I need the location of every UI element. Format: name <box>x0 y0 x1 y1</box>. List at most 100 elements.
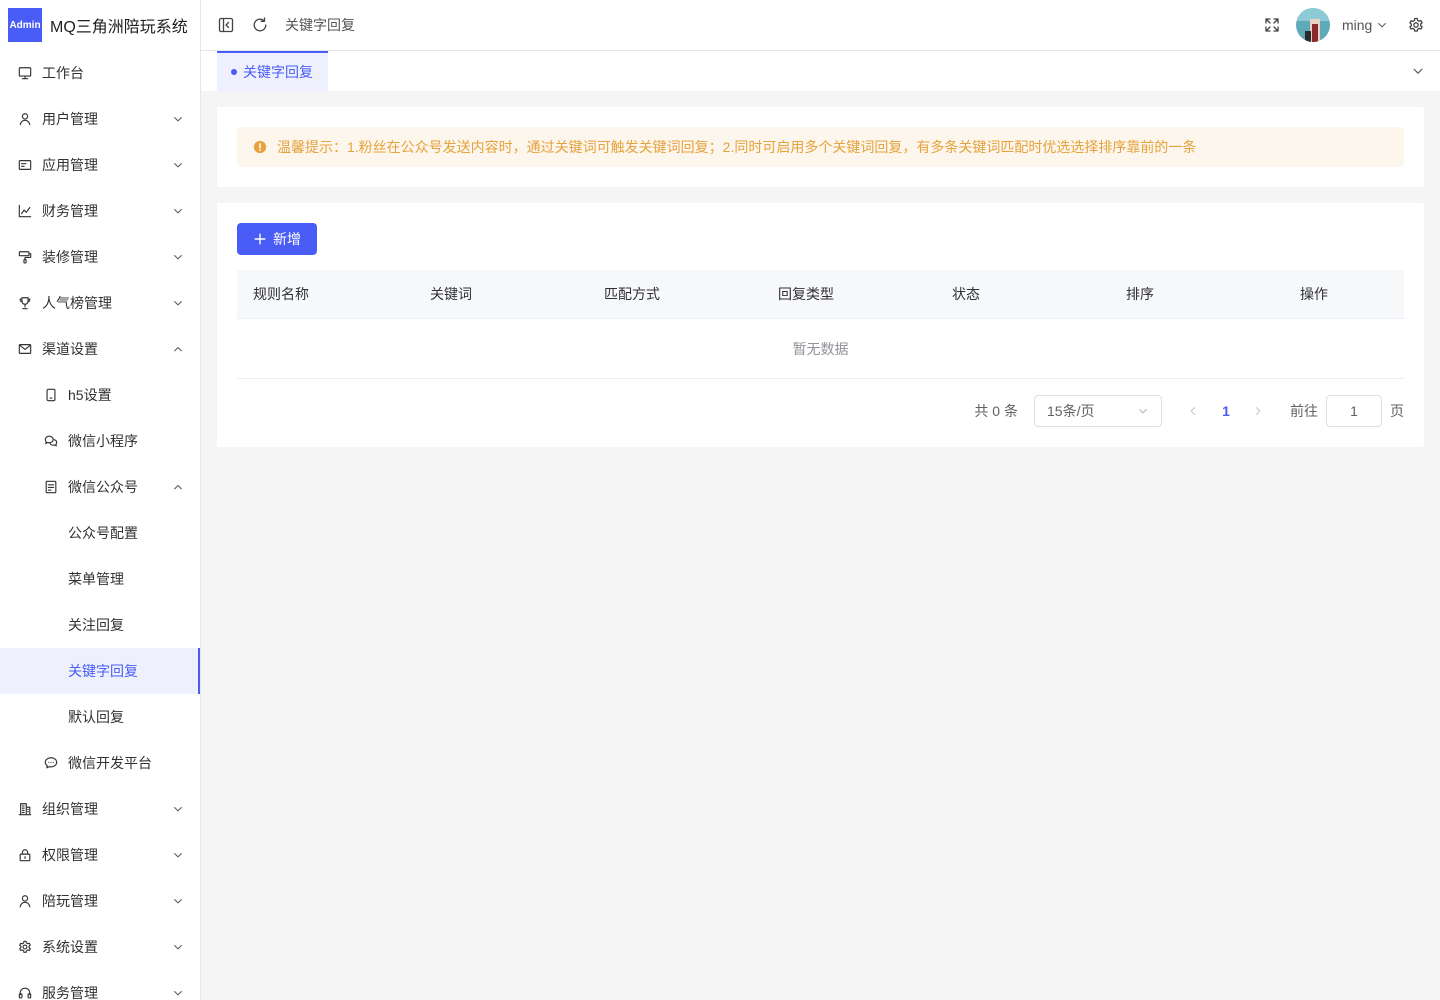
sidebar-item-label: h5设置 <box>68 387 112 403</box>
building-icon <box>18 802 32 816</box>
mini-program-icon <box>44 434 58 448</box>
sidebar-menu: 工作台 用户管理 应用管理 财务管理 装修管理 人气榜管理 渠道设置 h5设置 … <box>0 50 200 1000</box>
pagination-total: 共 0 条 <box>974 403 1018 419</box>
top-header: 关键字回复 ming <box>201 0 1440 51</box>
sidebar-item-label: 应用管理 <box>42 157 98 173</box>
chevron-right-icon <box>1252 405 1264 417</box>
collapse-sidebar-icon[interactable] <box>218 17 234 33</box>
sidebar-item-label: 财务管理 <box>42 203 98 219</box>
sidebar-item-label: 组织管理 <box>42 801 98 817</box>
page-suffix: 页 <box>1390 403 1404 419</box>
chevron-down-icon <box>1137 405 1149 417</box>
sidebar: Admin MQ三角洲陪玩系统 工作台 用户管理 应用管理 财务管理 装修管理 <box>0 0 201 1000</box>
sidebar-item-follow-reply[interactable]: 关注回复 <box>0 602 200 648</box>
next-page-button[interactable] <box>1243 395 1273 427</box>
sidebar-item-service[interactable]: 服务管理 <box>0 970 200 1000</box>
chevron-down-icon <box>172 941 184 953</box>
sidebar-item-finance[interactable]: 财务管理 <box>0 188 200 234</box>
sidebar-item-wechat-open-platform[interactable]: 微信开发平台 <box>0 740 200 786</box>
sidebar-item-label: 菜单管理 <box>68 571 124 587</box>
sidebar-item-companion[interactable]: 陪玩管理 <box>0 878 200 924</box>
sidebar-item-h5-settings[interactable]: h5设置 <box>0 372 200 418</box>
chevron-down-icon[interactable] <box>1411 64 1425 78</box>
table-empty-state: 暂无数据 <box>237 319 1404 379</box>
tab-keyword-reply[interactable]: 关键字回复 <box>217 51 328 91</box>
sidebar-item-workbench[interactable]: 工作台 <box>0 50 200 96</box>
user-menu[interactable]: ming <box>1342 0 1388 50</box>
sidebar-item-wechat-mini-program[interactable]: 微信小程序 <box>0 418 200 464</box>
table-header: 规则名称 关键词 匹配方式 回复类型 状态 排序 操作 <box>237 270 1404 319</box>
document-icon <box>44 480 58 494</box>
page-number-button[interactable]: 1 <box>1211 395 1241 427</box>
chat-icon <box>44 756 58 770</box>
tab-label: 关键字回复 <box>243 64 313 80</box>
chevron-down-icon <box>1376 19 1388 31</box>
mail-icon <box>18 342 32 356</box>
sidebar-item-channels[interactable]: 渠道设置 <box>0 326 200 372</box>
sidebar-item-label: 微信公众号 <box>68 479 138 495</box>
sidebar-item-organization[interactable]: 组织管理 <box>0 786 200 832</box>
logo[interactable]: Admin MQ三角洲陪玩系统 <box>0 0 200 50</box>
chevron-down-icon <box>172 159 184 171</box>
chevron-down-icon <box>172 205 184 217</box>
avatar[interactable] <box>1296 8 1330 42</box>
sidebar-item-permissions[interactable]: 权限管理 <box>0 832 200 878</box>
notice-card: 温馨提示：1.粉丝在公众号发送内容时，通过关键词可触发关键词回复；2.同时可启用… <box>217 107 1424 187</box>
keyword-reply-table: 规则名称 关键词 匹配方式 回复类型 状态 排序 操作 暂无数据 <box>237 270 1404 379</box>
sidebar-item-popularity[interactable]: 人气榜管理 <box>0 280 200 326</box>
paint-roller-icon <box>18 250 32 264</box>
active-dot <box>231 69 237 75</box>
sidebar-item-label: 默认回复 <box>68 709 124 725</box>
sidebar-item-default-reply[interactable]: 默认回复 <box>0 694 200 740</box>
prev-page-button[interactable] <box>1178 395 1208 427</box>
chevron-down-icon <box>172 849 184 861</box>
sidebar-item-keyword-reply[interactable]: 关键字回复 <box>0 648 200 694</box>
breadcrumb: 关键字回复 <box>285 17 355 33</box>
sidebar-item-label: 工作台 <box>42 65 84 81</box>
sidebar-item-label: 用户管理 <box>42 111 98 127</box>
sidebar-item-label: 微信小程序 <box>68 433 138 449</box>
sidebar-item-apps[interactable]: 应用管理 <box>0 142 200 188</box>
column-header: 匹配方式 <box>604 286 660 302</box>
tabs-bar: 关键字回复 <box>201 51 1440 91</box>
gear-icon[interactable] <box>1408 17 1424 33</box>
mobile-icon <box>44 388 58 402</box>
pagination: 共 0 条 15条/页 1 前往 页 <box>237 395 1404 427</box>
trophy-icon <box>18 296 32 310</box>
gear-icon <box>18 940 32 954</box>
sidebar-item-wechat-official-account[interactable]: 微信公众号 <box>0 464 200 510</box>
app-card-icon <box>18 158 32 172</box>
user-icon <box>18 894 32 908</box>
sidebar-item-menu-management[interactable]: 菜单管理 <box>0 556 200 602</box>
sidebar-item-label: 服务管理 <box>42 985 98 1000</box>
sidebar-item-label: 陪玩管理 <box>42 893 98 909</box>
goto-page-input[interactable] <box>1326 395 1382 427</box>
column-header: 操作 <box>1300 286 1328 302</box>
page-size-select[interactable]: 15条/页 <box>1034 395 1162 427</box>
plus-icon <box>253 232 267 246</box>
notice-text: 温馨提示：1.粉丝在公众号发送内容时，通过关键词可触发关键词回复；2.同时可启用… <box>277 139 1197 155</box>
column-header: 规则名称 <box>253 286 309 302</box>
add-button-label: 新增 <box>273 231 301 247</box>
sidebar-item-official-account-config[interactable]: 公众号配置 <box>0 510 200 556</box>
column-header: 状态 <box>952 286 980 302</box>
goto-label: 前往 <box>1290 403 1318 419</box>
sidebar-item-system-settings[interactable]: 系统设置 <box>0 924 200 970</box>
table-card: 新增 规则名称 关键词 匹配方式 回复类型 状态 排序 操作 暂无数据 共 0 … <box>217 203 1424 447</box>
fullscreen-icon[interactable] <box>1264 17 1280 33</box>
chevron-down-icon <box>172 251 184 263</box>
username: ming <box>1342 17 1373 33</box>
sidebar-item-label: 关键字回复 <box>68 663 138 679</box>
page-size-value: 15条/页 <box>1047 403 1095 419</box>
chevron-left-icon <box>1187 405 1199 417</box>
add-button[interactable]: 新增 <box>237 223 317 255</box>
refresh-icon[interactable] <box>252 17 268 33</box>
lock-icon <box>18 848 32 862</box>
sidebar-item-decoration[interactable]: 装修管理 <box>0 234 200 280</box>
sidebar-item-label: 系统设置 <box>42 939 98 955</box>
monitor-icon <box>18 66 32 80</box>
chevron-down-icon <box>172 803 184 815</box>
sidebar-item-label: 权限管理 <box>42 847 98 863</box>
chevron-down-icon <box>172 297 184 309</box>
sidebar-item-users[interactable]: 用户管理 <box>0 96 200 142</box>
